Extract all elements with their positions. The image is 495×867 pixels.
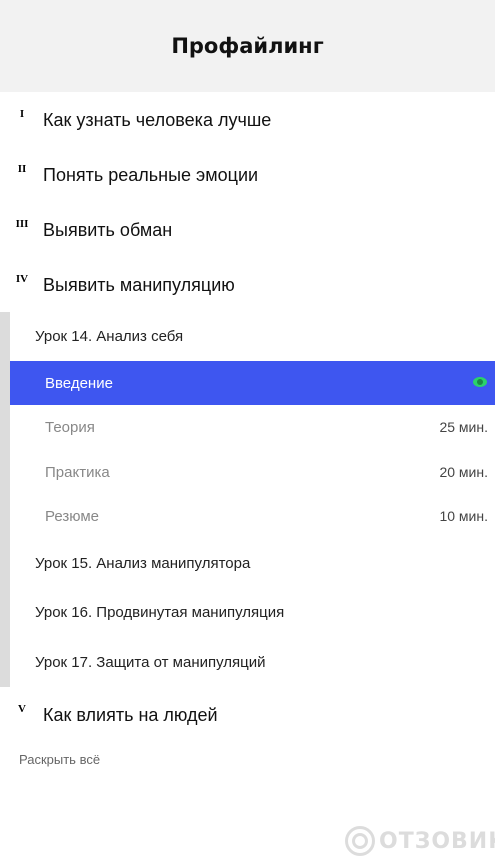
lesson-17[interactable]: Урок 17. Защита от манипуляций: [35, 647, 266, 677]
step-intro[interactable]: Введение: [10, 361, 495, 405]
step-practice[interactable]: Практика 20 мин.: [10, 450, 495, 494]
module-4[interactable]: IV Выявить манипуляцию: [0, 265, 495, 305]
lesson-14[interactable]: Урок 14. Анализ себя: [35, 321, 183, 351]
module-number: I: [19, 108, 25, 120]
otzovik-logo-icon: [345, 826, 375, 856]
module-5[interactable]: V Как влиять на людей: [0, 695, 495, 735]
lesson-title: Урок 16. Продвинутая манипуляция: [35, 603, 285, 621]
step-duration: 25 мин.: [439, 419, 488, 435]
module-title: Выявить манипуляцию: [43, 274, 235, 295]
expanded-module-indicator: [0, 312, 10, 687]
module-2[interactable]: II Понять реальные эмоции: [0, 155, 495, 195]
module-1[interactable]: I Как узнать человека лучше: [0, 100, 495, 140]
page-title: Профайлинг: [171, 34, 324, 58]
step-summary[interactable]: Резюме 10 мин.: [10, 494, 495, 538]
step-label: Введение: [45, 374, 113, 392]
lesson-15[interactable]: Урок 15. Анализ манипулятора: [35, 548, 250, 578]
watermark: ОТЗОВИК: [345, 822, 495, 860]
module-number: IV: [15, 273, 29, 285]
step-duration: 10 мин.: [439, 508, 488, 524]
step-label: Практика: [45, 463, 110, 481]
module-title: Как узнать человека лучше: [43, 109, 272, 130]
module-title: Понять реальные эмоции: [43, 164, 259, 185]
lesson-title: Урок 15. Анализ манипулятора: [35, 554, 251, 572]
expand-all-link[interactable]: Раскрыть всё: [19, 752, 100, 767]
eye-icon: [473, 377, 487, 387]
step-duration: 20 мин.: [439, 464, 488, 480]
step-label: Теория: [45, 418, 95, 436]
module-number: III: [15, 218, 29, 230]
page-header: Профайлинг: [0, 0, 495, 92]
module-number: II: [17, 163, 27, 175]
lesson-title: Урок 17. Защита от манипуляций: [35, 653, 266, 671]
step-label: Резюме: [45, 507, 99, 525]
lesson-16[interactable]: Урок 16. Продвинутая манипуляция: [35, 597, 284, 627]
module-number: V: [18, 703, 26, 715]
module-title: Как влиять на людей: [43, 704, 218, 725]
lesson-title: Урок 14. Анализ себя: [35, 327, 184, 345]
watermark-text: ОТЗОВИК: [379, 828, 495, 854]
module-title: Выявить обман: [43, 219, 173, 240]
step-theory[interactable]: Теория 25 мин.: [10, 405, 495, 449]
module-3[interactable]: III Выявить обман: [0, 210, 495, 250]
